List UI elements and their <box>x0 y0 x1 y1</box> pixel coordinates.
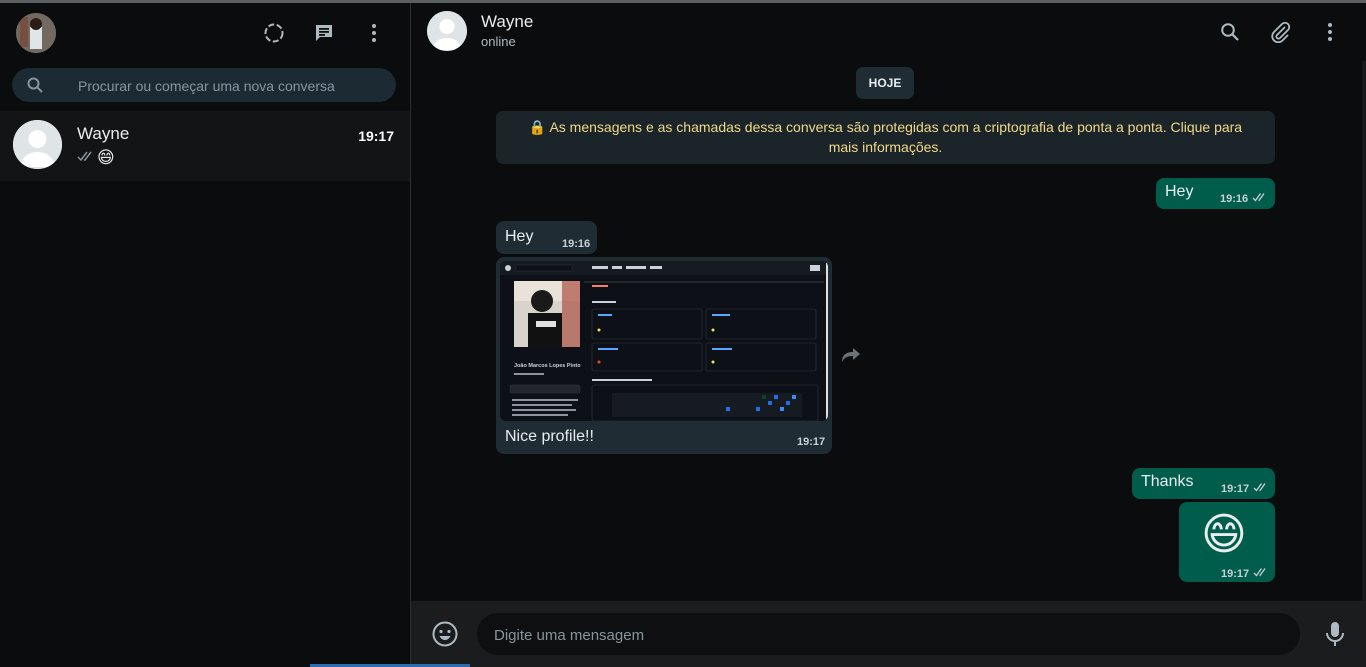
attach-icon[interactable] <box>1268 20 1292 44</box>
double-check-icon <box>77 149 95 167</box>
message-time: 19:16 <box>1220 192 1249 205</box>
search-icon <box>26 76 44 94</box>
scrollbar[interactable] <box>1362 61 1366 601</box>
chat-time: 19:17 <box>358 128 394 144</box>
contact-status: online <box>481 34 516 49</box>
sidebar: Wayne 19:17 😄 <box>0 3 411 667</box>
message-outgoing[interactable]: Hey 19:16 <box>1156 178 1275 209</box>
forward-icon[interactable] <box>841 347 863 365</box>
conversation-panel: Wayne online HOJE 🔒 As mensagens e as ch… <box>411 3 1366 667</box>
message-time: 19:17 <box>1221 482 1250 495</box>
contact-name: Wayne <box>481 12 534 31</box>
double-check-icon <box>1253 567 1269 580</box>
chat-name: Wayne <box>77 124 130 143</box>
double-check-icon <box>1253 482 1269 495</box>
message-incoming[interactable]: Hey 19:16 <box>496 221 597 254</box>
date-chip: HOJE <box>856 67 914 99</box>
message-text: Hey <box>505 228 534 245</box>
image-caption: Nice profile!! <box>505 428 594 445</box>
thumbnail-profile-name: João Marcos Lopes Pinto <box>514 363 581 369</box>
search-messages-icon[interactable] <box>1218 20 1242 44</box>
composer-bar <box>411 601 1366 667</box>
emoji-message: 😄 <box>1201 510 1247 559</box>
chat-preview: 😄 <box>77 148 115 168</box>
message-time: 19:17 <box>1221 567 1250 580</box>
image-attachment[interactable]: João Marcos Lopes Pinto <box>500 261 828 421</box>
message-text: Hey <box>1165 183 1194 200</box>
message-time: 19:17 <box>797 436 826 448</box>
double-check-icon <box>1252 192 1268 205</box>
chat-list-item[interactable]: Wayne 19:17 😄 <box>0 111 410 181</box>
message-list[interactable]: HOJE 🔒 As mensagens e as chamadas dessa … <box>411 61 1366 601</box>
conversation-header[interactable]: Wayne online <box>411 3 1366 61</box>
status-icon[interactable] <box>262 21 286 45</box>
menu-icon[interactable] <box>362 21 386 45</box>
message-time: 19:16 <box>562 238 591 250</box>
sidebar-header <box>0 3 410 63</box>
message-input-wrapper <box>477 613 1300 657</box>
contact-avatar[interactable] <box>427 11 467 51</box>
emoji-picker-icon[interactable] <box>431 620 459 648</box>
message-text: Thanks <box>1141 473 1194 490</box>
message-meta: 19:16 <box>1220 192 1268 205</box>
new-chat-icon[interactable] <box>312 21 336 45</box>
message-outgoing[interactable]: Thanks 19:17 <box>1132 468 1275 499</box>
message-meta: 19:17 <box>1221 482 1269 495</box>
message-outgoing-emoji[interactable]: 😄 19:17 <box>1179 502 1275 582</box>
message-meta: 19:17 <box>1221 567 1269 580</box>
preview-emoji: 😄 <box>97 148 115 167</box>
encryption-notice[interactable]: 🔒 As mensagens e as chamadas dessa conve… <box>496 111 1275 164</box>
message-incoming-image[interactable]: João Marcos Lopes Pinto Nice profile!! 1… <box>496 257 832 454</box>
search-bar <box>12 68 396 104</box>
conversation-menu-icon[interactable] <box>1318 20 1342 44</box>
microphone-icon[interactable] <box>1324 621 1346 647</box>
message-input[interactable] <box>492 613 1286 657</box>
contact-avatar <box>13 120 62 169</box>
my-profile-avatar[interactable] <box>16 13 56 53</box>
search-input[interactable] <box>76 68 390 104</box>
